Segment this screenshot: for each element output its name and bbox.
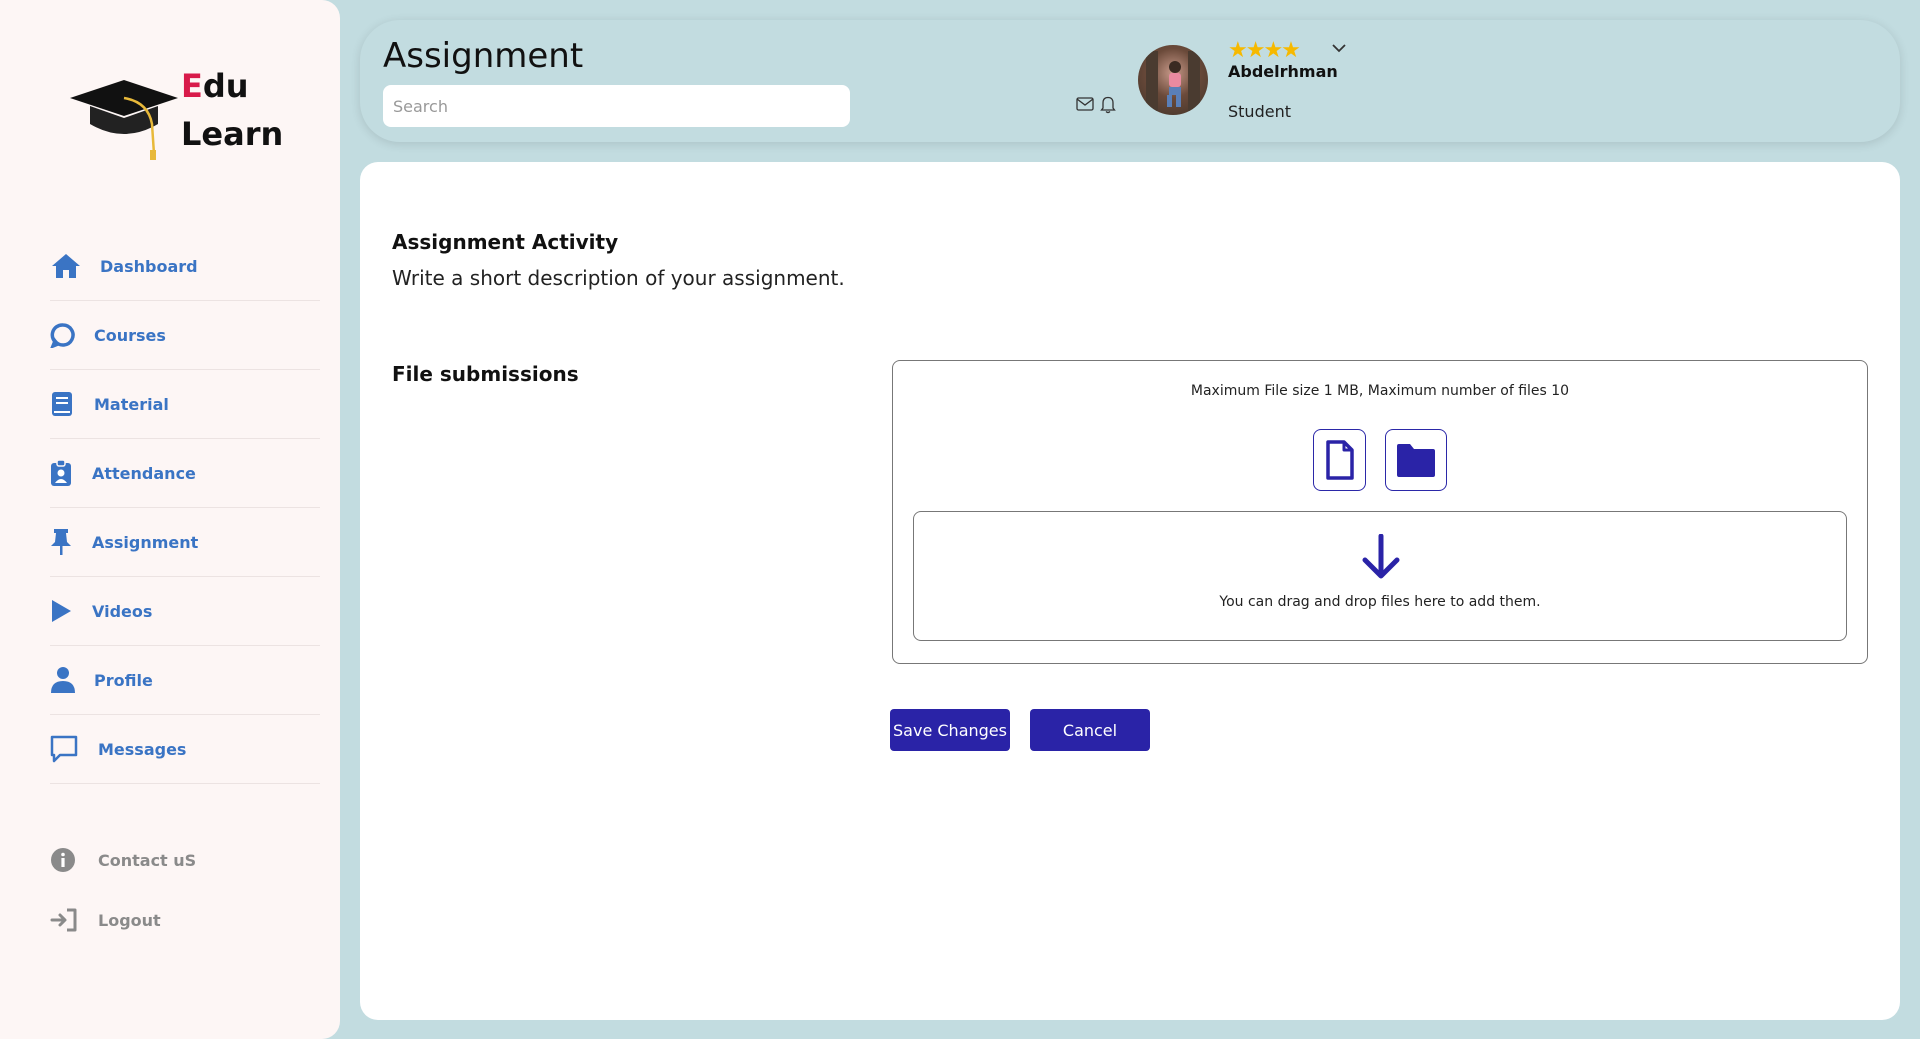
file-submissions-title: File submissions	[392, 362, 579, 386]
sidebar-item-assignment[interactable]: Assignment	[50, 508, 320, 577]
brand-line1: du	[202, 67, 249, 105]
logo[interactable]: Edu Learn	[70, 62, 300, 162]
logout-icon	[50, 907, 88, 933]
sidebar-item-dashboard[interactable]: Dashboard	[50, 232, 320, 301]
bell-icon[interactable]	[1100, 96, 1116, 118]
sidebar-item-label: Profile	[94, 670, 153, 690]
info-icon	[50, 847, 88, 873]
sidebar-item-videos[interactable]: Videos	[50, 577, 320, 646]
save-changes-button[interactable]: Save Changes	[890, 709, 1010, 751]
header-icons	[1076, 96, 1116, 118]
activity-title: Assignment Activity	[392, 230, 619, 254]
sidebar-item-label: Assignment	[92, 532, 199, 552]
home-icon	[50, 252, 90, 280]
sidebar-bottom-nav: Contact uS Logout	[50, 830, 320, 950]
add-folder-button[interactable]	[1385, 429, 1447, 491]
sidebar-item-courses[interactable]: Courses	[50, 301, 320, 370]
file-upload-panel: Maximum File size 1 MB, Maximum number o…	[892, 360, 1868, 664]
activity-description: Write a short description of your assign…	[392, 266, 845, 290]
sidebar-item-label: Dashboard	[100, 256, 198, 276]
clipboard-icon	[50, 459, 82, 487]
sidebar-item-label: Messages	[98, 739, 187, 759]
rating-stars: ★★★★	[1228, 38, 1301, 63]
sidebar-item-label: Courses	[94, 325, 166, 345]
sidebar: Edu Learn Dashboard Courses Material Att…	[0, 0, 340, 1039]
avatar[interactable]	[1138, 45, 1208, 115]
brand-name: Edu Learn	[181, 62, 283, 158]
pin-icon	[50, 528, 82, 556]
dropzone-text: You can drag and drop files here to add …	[1219, 594, 1541, 610]
chevron-down-icon[interactable]	[1332, 38, 1346, 57]
play-icon	[50, 599, 82, 623]
sidebar-item-logout[interactable]: Logout	[50, 890, 320, 950]
arrow-down-icon	[1362, 534, 1400, 579]
folder-icon	[1397, 444, 1435, 477]
book-icon	[50, 390, 84, 418]
message-icon	[50, 735, 88, 763]
graduation-cap-icon	[70, 80, 178, 160]
brand-initial: E	[181, 67, 203, 105]
sidebar-item-attendance[interactable]: Attendance	[50, 439, 320, 508]
cancel-button[interactable]: Cancel	[1030, 709, 1150, 751]
file-icon	[1325, 440, 1354, 480]
sidebar-item-label: Videos	[92, 601, 153, 621]
sidebar-item-contact[interactable]: Contact uS	[50, 830, 320, 890]
upload-limits-text: Maximum File size 1 MB, Maximum number o…	[1190, 383, 1570, 399]
user-role: Student	[1228, 102, 1291, 121]
user-name: Abdelrhman	[1228, 62, 1338, 81]
add-file-button[interactable]	[1313, 429, 1366, 491]
mail-icon[interactable]	[1076, 96, 1094, 118]
sidebar-item-material[interactable]: Material	[50, 370, 320, 439]
sidebar-item-messages[interactable]: Messages	[50, 715, 320, 784]
top-header: Assignment ★★★★ Abdelrhman Student	[360, 20, 1900, 142]
brand-line2: Learn	[181, 115, 284, 153]
sidebar-item-label: Attendance	[92, 463, 196, 483]
sidebar-item-label: Logout	[98, 910, 161, 930]
sidebar-item-label: Material	[94, 394, 169, 414]
search-input[interactable]	[383, 85, 850, 127]
file-dropzone[interactable]: You can drag and drop files here to add …	[913, 511, 1847, 641]
chat-bubble-icon	[50, 322, 84, 348]
user-icon	[50, 666, 84, 694]
sidebar-nav: Dashboard Courses Material Attendance As…	[50, 232, 320, 784]
sidebar-item-profile[interactable]: Profile	[50, 646, 320, 715]
assignment-card: Assignment Activity Write a short descri…	[360, 162, 1900, 1020]
sidebar-item-label: Contact uS	[98, 850, 197, 870]
page-title: Assignment	[383, 36, 584, 76]
